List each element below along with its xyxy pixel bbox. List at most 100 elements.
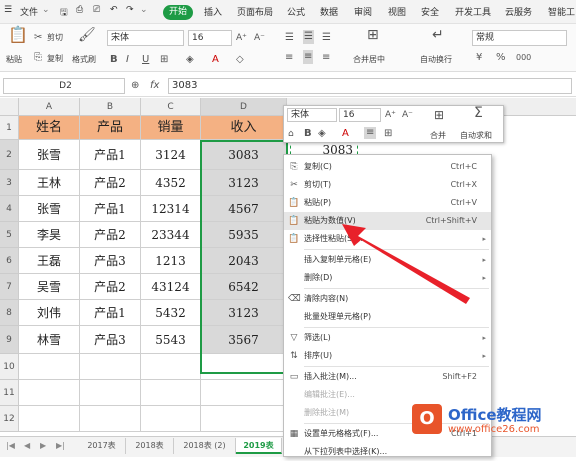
cell-name[interactable]: 吴雪 bbox=[19, 274, 80, 300]
row-header[interactable]: 8 bbox=[0, 300, 19, 326]
thousands-icon[interactable]: 000 bbox=[516, 52, 531, 64]
header-cell-sales[interactable]: 销量 bbox=[141, 116, 201, 140]
cell-income[interactable]: 3567 bbox=[201, 326, 287, 354]
empty-cell[interactable] bbox=[19, 354, 80, 380]
zoom-icon[interactable]: ⊕ bbox=[131, 80, 139, 92]
cell-sales[interactable]: 5543 bbox=[141, 326, 201, 354]
fill-color-icon[interactable]: ◈ bbox=[318, 128, 326, 140]
cell-income[interactable]: 3123 bbox=[201, 170, 287, 196]
merge-icon[interactable]: ⊞ bbox=[434, 109, 444, 121]
formula-input[interactable]: 3083 bbox=[168, 78, 572, 94]
cut-label[interactable]: 剪切 bbox=[47, 32, 63, 43]
header-cell-income[interactable]: 收入 bbox=[201, 116, 287, 140]
empty-cell[interactable] bbox=[141, 380, 201, 406]
align-center-icon[interactable]: ≡ bbox=[303, 50, 314, 64]
wrap-icon[interactable]: ↵ bbox=[432, 28, 444, 42]
cell-sales[interactable]: 5432 bbox=[141, 300, 201, 326]
last-sheet-icon[interactable]: ▶| bbox=[56, 440, 65, 452]
cell-income[interactable]: 5935 bbox=[201, 222, 287, 248]
cell-name[interactable]: 李昊 bbox=[19, 222, 80, 248]
cell-name[interactable]: 张雪 bbox=[19, 196, 80, 222]
cell-income[interactable]: 3123 bbox=[201, 300, 287, 326]
tab-insert[interactable]: 插入 bbox=[204, 5, 222, 18]
number-format-select[interactable]: 常规 bbox=[472, 30, 567, 46]
cell-name[interactable]: 刘伟 bbox=[19, 300, 80, 326]
empty-cell[interactable] bbox=[201, 380, 287, 406]
tab-cloud[interactable]: 云服务 bbox=[505, 5, 532, 18]
paste-icon[interactable]: 📋 bbox=[8, 27, 28, 43]
empty-cell[interactable] bbox=[201, 354, 287, 380]
save-icon[interactable]: 🖫 bbox=[60, 5, 68, 21]
fx-icon[interactable]: fx bbox=[150, 80, 159, 92]
cell-sales[interactable]: 1213 bbox=[141, 248, 201, 274]
empty-cell[interactable] bbox=[80, 354, 141, 380]
cell-name[interactable]: 林雪 bbox=[19, 326, 80, 354]
tab-page-layout[interactable]: 页面布局 bbox=[237, 5, 273, 18]
tab-start[interactable]: 开始 bbox=[163, 5, 193, 20]
cell-income[interactable]: 6542 bbox=[201, 274, 287, 300]
font-shrink-icon[interactable]: A⁻ bbox=[402, 109, 413, 121]
col-header-a[interactable]: A bbox=[19, 98, 80, 116]
row-header[interactable]: 5 bbox=[0, 222, 19, 248]
cell-income[interactable]: 2043 bbox=[201, 248, 287, 274]
row-header[interactable]: 12 bbox=[0, 406, 19, 432]
font-shrink-icon[interactable]: A⁻ bbox=[254, 32, 265, 44]
tab-view[interactable]: 视图 bbox=[388, 5, 406, 18]
percent-icon[interactable]: % bbox=[496, 52, 506, 64]
cell-sales[interactable]: 23344 bbox=[141, 222, 201, 248]
prev-sheet-icon[interactable]: ◀ bbox=[24, 440, 30, 452]
cell-reference[interactable]: D2 bbox=[3, 78, 125, 94]
align-top-icon[interactable]: ☰ bbox=[285, 32, 294, 44]
cell-product[interactable]: 产品3 bbox=[80, 248, 141, 274]
font-size-select[interactable]: 16 bbox=[188, 30, 232, 46]
cell-sales[interactable]: 43124 bbox=[141, 274, 201, 300]
cell-sales[interactable]: 4352 bbox=[141, 170, 201, 196]
align-center-icon[interactable]: ≡ bbox=[364, 127, 377, 139]
font-select[interactable]: 宋体 bbox=[107, 30, 184, 46]
currency-icon[interactable]: ¥ bbox=[476, 52, 482, 64]
menu-item-cut[interactable]: ✂ 剪切(T) Ctrl+X bbox=[284, 176, 491, 194]
copy-label[interactable]: 复制 bbox=[47, 53, 63, 64]
bold-icon[interactable]: B bbox=[110, 54, 118, 66]
empty-cell[interactable] bbox=[141, 354, 201, 380]
col-header-b[interactable]: B bbox=[80, 98, 141, 116]
cell-product[interactable]: 产品1 bbox=[80, 300, 141, 326]
row-header[interactable]: 6 bbox=[0, 248, 19, 274]
empty-cell[interactable] bbox=[19, 380, 80, 406]
cell-product[interactable]: 产品2 bbox=[80, 170, 141, 196]
print-icon[interactable]: ⎚ bbox=[93, 5, 100, 15]
row-header[interactable]: 11 bbox=[0, 380, 19, 406]
tab-data[interactable]: 数据 bbox=[320, 5, 338, 18]
font-color-icon[interactable]: A bbox=[342, 128, 349, 140]
align-left-icon[interactable]: ≡ bbox=[285, 52, 293, 64]
menu-item-copy[interactable]: ⎘ 复制(C) Ctrl+C bbox=[284, 158, 491, 176]
menu-item-batch-cells[interactable]: 批量处理单元格(P) bbox=[284, 308, 491, 326]
cell-product[interactable]: 产品2 bbox=[80, 222, 141, 248]
col-header-c[interactable]: C bbox=[141, 98, 201, 116]
border-icon[interactable]: ⊞ bbox=[384, 128, 392, 140]
empty-cell[interactable] bbox=[80, 406, 141, 432]
paste-label[interactable]: 粘贴 bbox=[6, 54, 22, 65]
tab-developer[interactable]: 开发工具 bbox=[455, 5, 491, 18]
sheet-tab[interactable]: 2018表 (2) bbox=[174, 438, 236, 454]
menu-item-pick-from-list[interactable]: 从下拉列表中选择(K)... bbox=[284, 443, 491, 461]
empty-cell[interactable] bbox=[19, 406, 80, 432]
empty-cell[interactable] bbox=[80, 380, 141, 406]
align-bottom-icon[interactable]: ☰ bbox=[322, 32, 331, 44]
tab-security[interactable]: 安全 bbox=[421, 5, 439, 18]
menu-item-filter[interactable]: ▽ 筛选(L) ▸ bbox=[284, 329, 491, 347]
cut-icon[interactable]: ✂ bbox=[34, 32, 42, 44]
empty-cell[interactable] bbox=[141, 406, 201, 432]
menu-item-sort[interactable]: ⇅ 排序(U) ▸ bbox=[284, 347, 491, 365]
cell-sales[interactable]: 12314 bbox=[141, 196, 201, 222]
menu-item-paste[interactable]: 📋 粘贴(P) Ctrl+V bbox=[284, 194, 491, 212]
fill-color-icon[interactable]: ◈ bbox=[186, 54, 194, 66]
row-header[interactable]: 7 bbox=[0, 274, 19, 300]
merge-icon[interactable]: ⊞ bbox=[367, 28, 379, 42]
cell-income[interactable]: 3083 bbox=[201, 140, 287, 170]
align-right-icon[interactable]: ≡ bbox=[322, 52, 330, 64]
cell-income[interactable]: 4567 bbox=[201, 196, 287, 222]
format-painter-label[interactable]: 格式刷 bbox=[72, 54, 96, 65]
mini-font-select[interactable]: 宋体 bbox=[287, 108, 337, 122]
font-grow-icon[interactable]: A⁺ bbox=[385, 109, 396, 121]
